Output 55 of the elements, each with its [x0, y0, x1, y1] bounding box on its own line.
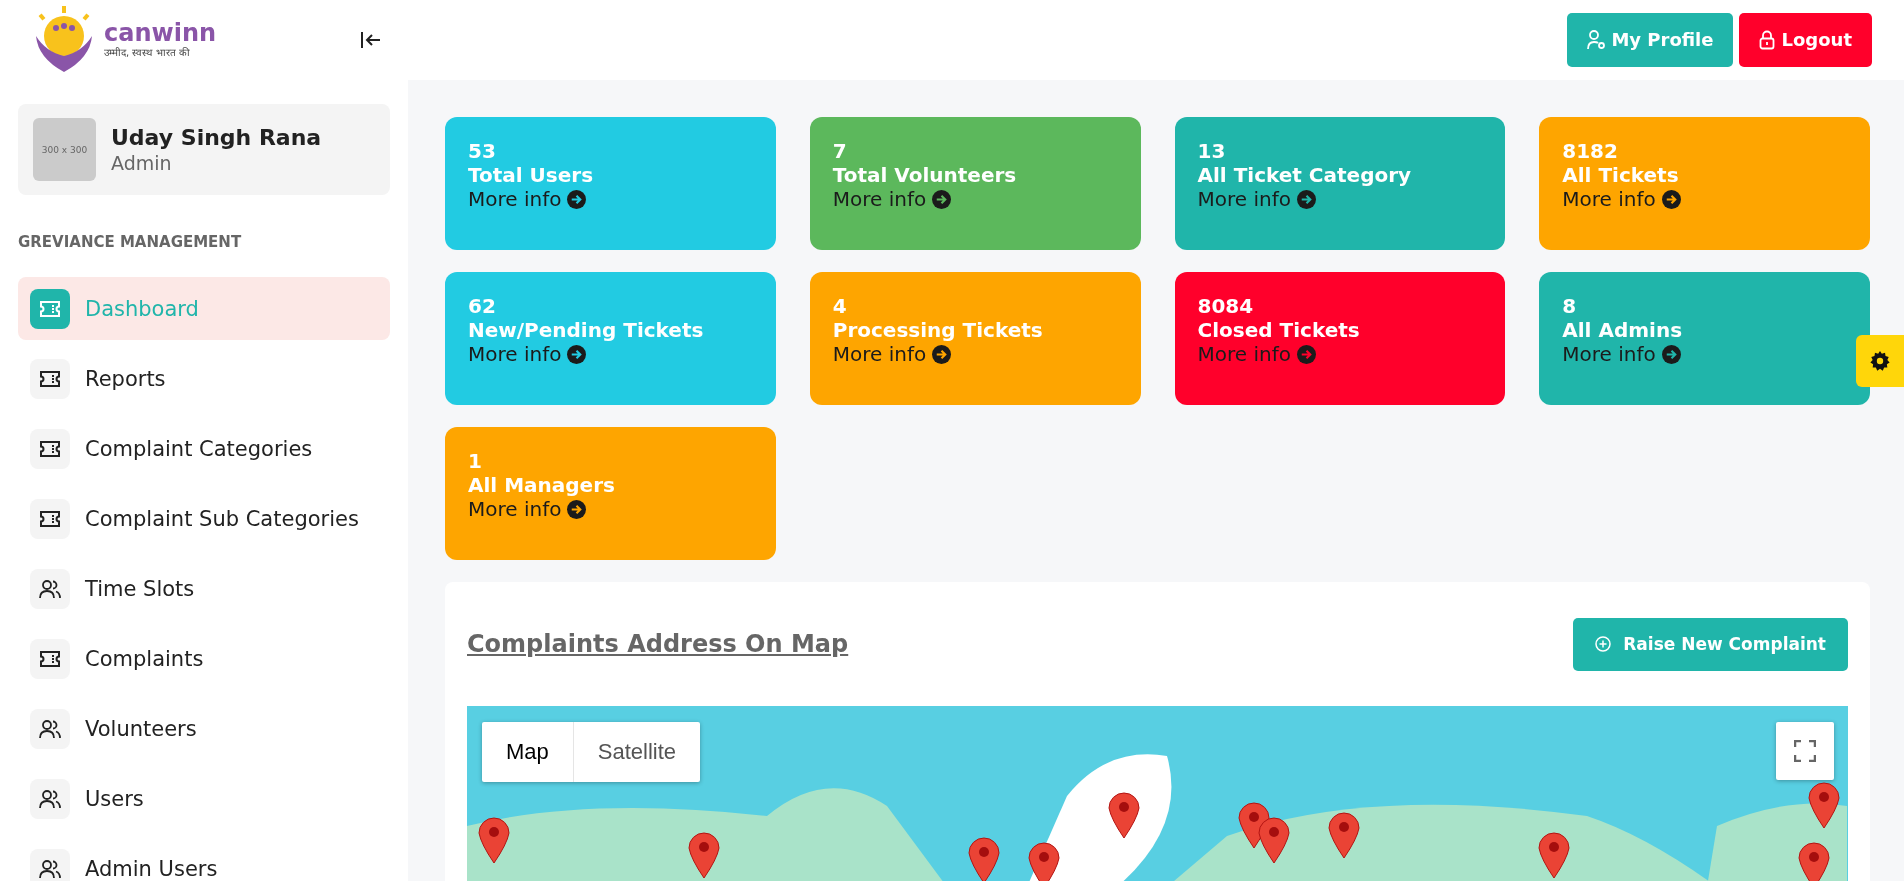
stat-title: All Managers	[468, 473, 616, 497]
stat-title: All Admins	[1562, 318, 1684, 342]
sidebar-item[interactable]: Reports	[18, 347, 390, 410]
sidebar-item[interactable]: Admin Users	[18, 837, 390, 881]
sidebar-item[interactable]: Complaints	[18, 627, 390, 690]
panel-title: Complaints Address On Map	[467, 630, 849, 658]
stat-count: 53	[468, 139, 497, 163]
stat-title: Closed Tickets	[1197, 318, 1361, 342]
sidebar-item[interactable]: Users	[18, 767, 390, 830]
stat-count: 13	[1197, 139, 1227, 163]
stat-count: 8084	[1197, 294, 1255, 318]
stat-title: All Tickets	[1562, 163, 1680, 187]
stat-card[interactable]: 4 Processing Tickets More info	[809, 272, 1141, 405]
more-info-link[interactable]: More info	[1562, 187, 1681, 211]
logo-tagline: उम्मीद, स्वस्थ भारत की	[104, 46, 191, 59]
sidebar-item[interactable]: Complaint Sub Categories	[18, 487, 390, 550]
stat-count: 4	[832, 294, 848, 318]
stat-title: All Ticket Category	[1197, 163, 1413, 187]
stat-card[interactable]: 62 New/Pending Tickets More info	[445, 272, 776, 405]
sidebar-item[interactable]: Volunteers	[18, 697, 390, 760]
stat-title: Processing Tickets	[832, 318, 1044, 342]
section-heading: GREVIANCE MANAGEMENT	[18, 233, 243, 251]
more-info-link[interactable]: More info	[832, 187, 952, 211]
stat-title: Total Volunteers	[832, 163, 1018, 187]
stat-card[interactable]: 13 All Ticket Category More info	[1174, 117, 1506, 250]
more-info-link[interactable]: More info	[1562, 342, 1681, 366]
stat-title: Total Users	[468, 163, 595, 187]
more-info-link[interactable]: More info	[468, 497, 587, 521]
map-placeholder[interactable]: Map Satellite	[467, 706, 1848, 881]
stat-card[interactable]: 8 All Admins More info	[1539, 272, 1870, 405]
stat-count: 8182	[1562, 139, 1619, 163]
avatar-size-label: 300 x 300	[41, 144, 88, 155]
sidebar-item[interactable]: Time Slots	[18, 557, 390, 620]
more-info-link[interactable]: More info	[468, 342, 587, 366]
stat-card[interactable]: 8084 Closed Tickets More info	[1174, 272, 1506, 405]
stat-card[interactable]: 7 Total Volunteers More info	[809, 117, 1141, 250]
logo-wordmark: canwinn	[104, 21, 217, 45]
more-info-link[interactable]: More info	[832, 342, 952, 366]
stat-card[interactable]: 53 Total Users More info	[445, 117, 776, 250]
more-info-link[interactable]: More info	[1197, 342, 1316, 366]
map-type-tab[interactable]: Satellite	[573, 722, 701, 782]
map-type-tab[interactable]: Map	[482, 722, 574, 782]
more-info-link[interactable]: More info	[468, 187, 587, 211]
header-button[interactable]: Logout	[1739, 13, 1872, 67]
stat-card[interactable]: 1 All Managers More info	[445, 427, 776, 560]
user-role: Admin	[111, 152, 173, 174]
stat-title: New/Pending Tickets	[468, 318, 705, 342]
more-info-link[interactable]: More info	[1197, 187, 1316, 211]
stat-count: 8	[1562, 294, 1578, 318]
user-name: Uday Singh Rana	[111, 125, 322, 150]
sidebar-item[interactable]: Complaint Categories	[18, 417, 390, 480]
stat-card[interactable]: 8182 All Tickets More info	[1539, 117, 1870, 250]
stat-count: 1	[468, 449, 483, 473]
stat-count: 7	[832, 139, 848, 163]
stat-count: 62	[468, 294, 497, 318]
